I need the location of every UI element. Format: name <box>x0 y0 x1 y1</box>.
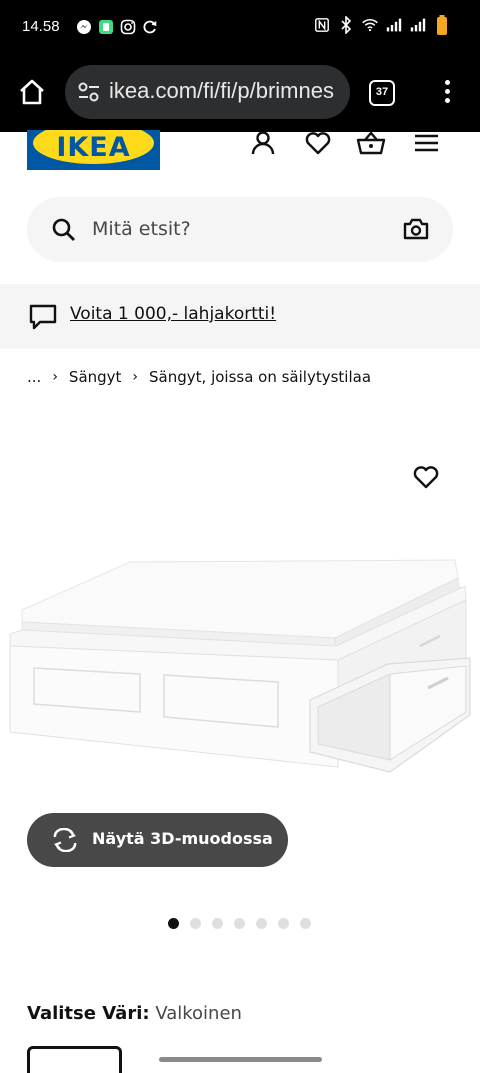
cart-icon[interactable] <box>356 128 386 158</box>
site-settings-icon[interactable] <box>77 81 101 107</box>
carousel-dot[interactable] <box>168 918 179 929</box>
gesture-nav-bar[interactable] <box>159 1057 322 1062</box>
carousel-dot[interactable] <box>300 918 311 929</box>
favourites-icon[interactable] <box>303 128 333 158</box>
variant-label: Valitse Väri: <box>27 1003 150 1024</box>
bluetooth-icon <box>338 16 354 34</box>
breadcrumb-ellipsis[interactable]: ... <box>27 368 41 386</box>
nfc-icon <box>314 17 330 33</box>
home-icon[interactable] <box>16 76 48 108</box>
visual-search-camera-icon[interactable] <box>403 217 429 245</box>
speech-bubble-icon <box>29 304 57 334</box>
promo-link[interactable]: Voita 1 000,- lahjakortti! <box>70 304 276 324</box>
ikea-logo[interactable]: IKEA <box>27 130 160 170</box>
breadcrumb-separator: › <box>132 369 139 385</box>
breadcrumb-item-beds[interactable]: Sängyt <box>69 368 122 386</box>
tab-switcher-button[interactable]: 37 <box>369 80 395 106</box>
view-3d-button[interactable]: Näytä 3D-muodossa <box>27 813 288 867</box>
address-bar[interactable]: ikea.com/fi/fi/p/brimnes <box>65 65 350 119</box>
carousel-dot[interactable] <box>190 918 201 929</box>
rotate-3d-icon <box>51 827 79 856</box>
clock: 14.58 <box>22 18 60 35</box>
signal-icon <box>386 17 402 33</box>
promo-banner: Voita 1 000,- lahjakortti! <box>0 284 480 349</box>
battery-icon <box>434 15 450 35</box>
search-placeholder: Mitä etsit? <box>92 218 191 240</box>
breadcrumb-item-storage-beds[interactable]: Sängyt, joissa on säilytystilaa <box>149 368 371 386</box>
status-bar: 14.58 <box>0 0 480 56</box>
variant-selector-heading: Valitse Väri: Valkoinen <box>27 1003 242 1024</box>
variant-value: Valkoinen <box>155 1003 242 1024</box>
search-input[interactable]: Mitä etsit? <box>27 197 453 262</box>
sync-icon <box>142 19 158 35</box>
add-to-favourites-icon[interactable] <box>411 462 441 492</box>
carousel-dot[interactable] <box>212 918 223 929</box>
carousel-dot[interactable] <box>256 918 267 929</box>
hamburger-menu-icon[interactable] <box>412 128 442 158</box>
image-carousel-indicator <box>168 918 311 929</box>
search-icon <box>51 217 77 247</box>
account-icon[interactable] <box>248 128 278 158</box>
view-3d-label: Näytä 3D-muodossa <box>92 829 273 848</box>
messenger-icon <box>76 19 92 35</box>
wifi-icon <box>362 17 378 33</box>
breadcrumb-separator: › <box>52 369 58 385</box>
app-icon <box>98 19 114 35</box>
instagram-icon <box>120 19 136 35</box>
carousel-dot[interactable] <box>278 918 289 929</box>
browser-toolbar: ikea.com/fi/fi/p/brimnes 37 <box>0 56 480 132</box>
signal-icon <box>410 17 426 33</box>
color-swatch-selected[interactable] <box>27 1046 122 1073</box>
url-text: ikea.com/fi/fi/p/brimnes <box>109 78 334 103</box>
breadcrumb: ... › Sängyt › Sängyt, joissa on säilyty… <box>27 368 371 386</box>
browser-menu-icon[interactable] <box>440 78 454 108</box>
carousel-dot[interactable] <box>234 918 245 929</box>
